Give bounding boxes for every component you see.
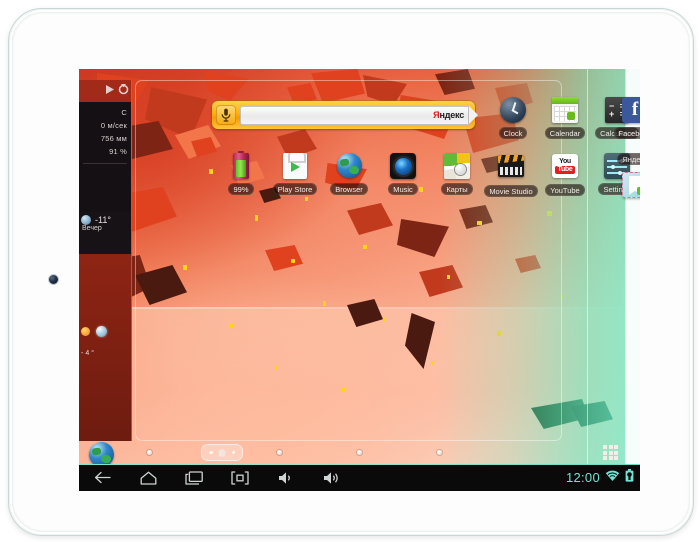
yandex-disk-icon — [621, 172, 640, 200]
weather-forecast-temps: -4° — [81, 350, 97, 357]
app-grid-icon[interactable] — [603, 445, 618, 460]
app-icon-yandex-disk[interactable]: Яндекс — [607, 152, 640, 200]
weather-wind: 0 м/сек — [100, 121, 127, 130]
page-dot — [209, 450, 213, 455]
app-label-battery: 99% — [228, 183, 254, 195]
app-label-calendar: Calendar — [544, 127, 586, 139]
app-label-movie-studio: Movie Studio — [484, 185, 538, 197]
home-icon — [217, 448, 227, 457]
play-icon[interactable] — [105, 85, 114, 96]
clapperboard-icon — [497, 155, 525, 183]
clock-icon — [499, 97, 527, 125]
app-icon-maps[interactable]: Карты — [429, 152, 485, 200]
battery-status-icon[interactable] — [625, 468, 634, 487]
youtube-icon: You Tube — [551, 154, 579, 182]
yandex-logo: Яндекс — [433, 109, 464, 120]
weather-unit: С — [121, 108, 127, 117]
app-icon-clock[interactable]: Clock — [485, 96, 541, 144]
weather-divider — [83, 163, 127, 164]
sun-icon — [81, 327, 90, 336]
app-icon-browser[interactable]: Browser — [321, 152, 377, 200]
navigation-bar: 12:00 — [79, 464, 640, 491]
wifi-icon[interactable] — [605, 469, 620, 487]
app-label-clock: Clock — [498, 127, 528, 139]
home-icon[interactable] — [125, 464, 171, 491]
speaker-icon — [389, 153, 417, 181]
volume-down-icon[interactable] — [263, 464, 309, 491]
screenshot-icon[interactable] — [217, 464, 263, 491]
weather-current: -11° Вечер — [79, 212, 131, 254]
app-icon-youtube[interactable]: You Tube YouTube — [537, 152, 593, 201]
app-icon-movie-studio[interactable]: Movie Studio — [483, 152, 539, 202]
weather-pressure: 756 мм — [100, 134, 127, 143]
microphone-icon[interactable] — [216, 105, 236, 125]
app-icon-music[interactable]: Music — [375, 152, 431, 200]
weather-period: Вечер — [82, 225, 102, 232]
app-label-youtube: YouTube — [545, 184, 585, 196]
weather-condition-icon — [81, 215, 91, 225]
weather-widget[interactable]: С 0 м/сек 756 мм 91 % -11° Вечер -4° — [79, 80, 132, 441]
app-label-music: Music — [388, 183, 418, 195]
status-clock: 12:00 — [565, 470, 600, 485]
weather-forecast-icons — [81, 326, 107, 337]
play-store-icon — [281, 153, 309, 181]
volume-up-icon[interactable] — [309, 464, 355, 491]
yandex-logo-rest: ндекс — [439, 109, 464, 120]
search-input[interactable]: Яндекс — [240, 105, 478, 125]
weather-readings: С 0 м/сек 756 мм 91 % — [79, 102, 131, 212]
app-label-browser: Browser — [330, 183, 368, 195]
status-area[interactable]: 12:00 — [566, 464, 634, 491]
weather-current-temp: -11° — [95, 215, 111, 225]
app-icon-calendar[interactable]: Calendar — [537, 96, 593, 144]
map-icon — [443, 153, 471, 181]
page-dot — [231, 450, 235, 455]
app-label-maps: Карты — [441, 183, 473, 195]
home-page-indicator[interactable] — [201, 444, 243, 461]
weather-widget-controls[interactable] — [105, 84, 129, 97]
tablet-screen[interactable]: С 0 м/сек 756 мм 91 % -11° Вечер -4° Янд… — [79, 69, 640, 491]
page-dot[interactable] — [277, 450, 282, 455]
app-label-yandex-disk: Яндекс — [617, 153, 640, 165]
app-icon-play-store[interactable]: Play Store — [267, 152, 323, 200]
page-dot[interactable] — [357, 450, 362, 455]
app-icon-facebook[interactable]: f Facebook — [607, 96, 640, 144]
refresh-icon[interactable] — [118, 84, 129, 97]
weather-humidity: 91 % — [109, 147, 127, 156]
navbar-top-line — [79, 464, 640, 465]
battery-icon — [227, 150, 255, 181]
app-label-play-store: Play Store — [272, 183, 318, 195]
weather-forecast: -4° — [79, 256, 131, 441]
moon-icon — [96, 326, 107, 337]
tablet-device: С 0 м/сек 756 мм 91 % -11° Вечер -4° Янд… — [8, 8, 694, 536]
app-icon-battery[interactable]: 99% — [213, 150, 269, 200]
globe-icon — [335, 153, 363, 181]
yandex-search-widget[interactable]: Яндекс — [212, 101, 478, 129]
page-dot[interactable] — [147, 450, 152, 455]
calendar-icon — [551, 97, 579, 125]
front-camera-icon — [49, 275, 58, 284]
dock — [79, 441, 640, 467]
back-arrow-icon[interactable] — [79, 464, 125, 491]
app-label-facebook: Facebook — [613, 127, 640, 139]
recents-icon[interactable] — [171, 464, 217, 491]
page-dot[interactable] — [437, 450, 442, 455]
facebook-icon: f — [621, 97, 640, 125]
